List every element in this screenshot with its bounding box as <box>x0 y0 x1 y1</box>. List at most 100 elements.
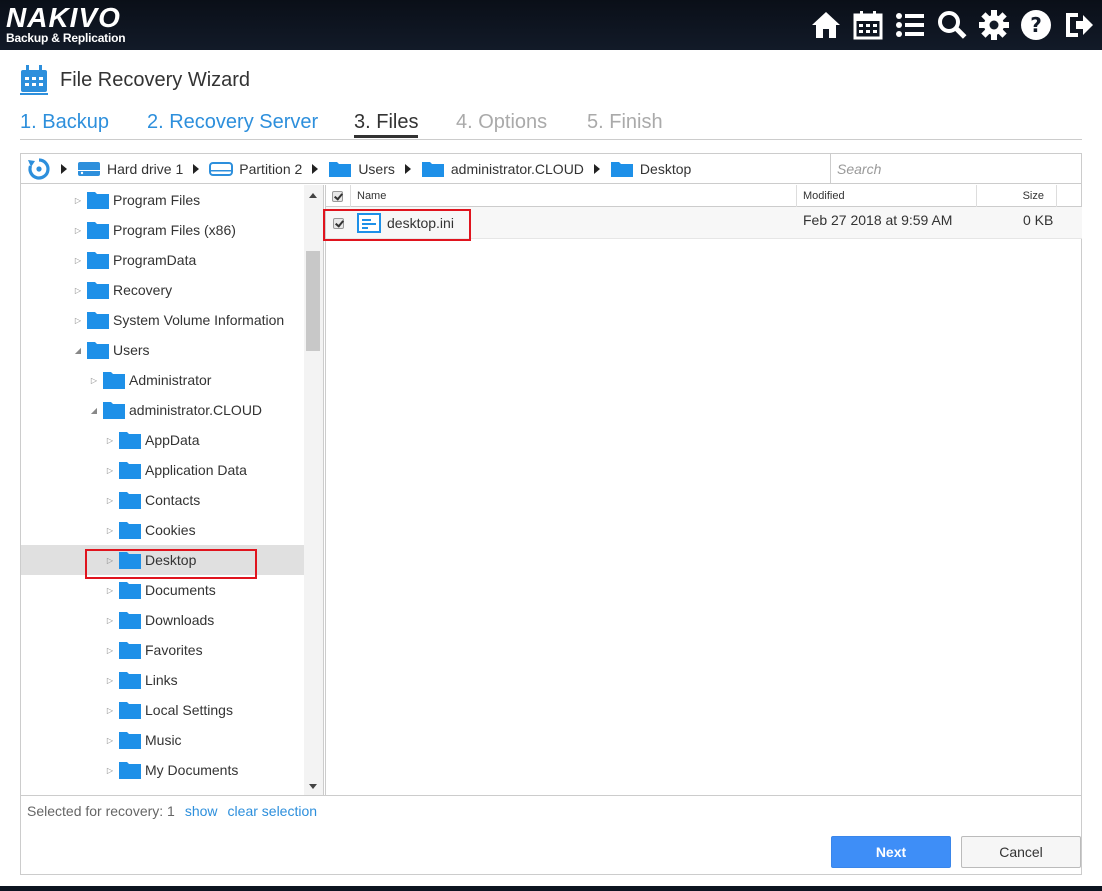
tree-node[interactable]: ◢ Users <box>21 335 304 365</box>
expand-arrow-icon[interactable]: ▷ <box>105 676 115 685</box>
tree-node[interactable]: ▷ Downloads <box>21 605 304 635</box>
search-box <box>830 154 1081 183</box>
tree-node-label: administrator.CLOUD <box>129 402 263 418</box>
folder-icon <box>119 732 141 749</box>
logo-tagline: Backup & Replication <box>6 31 126 45</box>
logo-wordmark: NAKIVO <box>6 2 121 33</box>
step-backup[interactable]: 1. Backup <box>20 110 109 138</box>
folder-icon <box>119 672 141 689</box>
expand-arrow-icon[interactable]: ▷ <box>89 376 99 385</box>
expand-arrow-icon[interactable]: ▷ <box>105 736 115 745</box>
tree-node[interactable]: ▷ ProgramData <box>21 245 304 275</box>
refresh-icon[interactable] <box>27 157 51 181</box>
tree-node[interactable]: ▷ AppData <box>21 425 304 455</box>
folder-icon <box>119 582 141 599</box>
expand-arrow-icon[interactable]: ▷ <box>73 316 83 325</box>
tree-node[interactable]: ▷ Recovery <box>21 275 304 305</box>
file-browser: Hard drive 1 Partition 2 Users administr… <box>20 153 1082 875</box>
tree-scrollbar[interactable] <box>304 185 324 795</box>
column-header-name[interactable]: Name <box>351 185 797 207</box>
tree-node[interactable]: ▷ Music <box>21 725 304 755</box>
folder-icon <box>87 222 109 239</box>
tree-node[interactable]: ▷ System Volume Information <box>21 305 304 335</box>
expand-arrow-icon[interactable]: ▷ <box>73 196 83 205</box>
folder-icon <box>610 162 633 177</box>
tree-node-label: Application Data <box>145 462 247 478</box>
tree-node[interactable]: ▷ Program Files <box>21 185 304 215</box>
expand-arrow-icon[interactable]: ▷ <box>73 286 83 295</box>
crumb-label: Users <box>358 161 395 177</box>
hard-drive-icon <box>78 162 100 176</box>
scroll-up-arrow-icon[interactable] <box>309 193 317 198</box>
dialog-title-row: File Recovery Wizard <box>20 64 250 96</box>
expand-arrow-icon[interactable]: ▷ <box>105 586 115 595</box>
cancel-button[interactable]: Cancel <box>961 836 1081 868</box>
tree-node[interactable]: ▷ My Documents <box>21 755 304 785</box>
tree-node-label: Local Settings <box>145 702 233 718</box>
expand-arrow-icon[interactable]: ▷ <box>105 436 115 445</box>
tree-node[interactable]: ▷ Contacts <box>21 485 304 515</box>
nakivo-logo[interactable]: NAKIVO Backup & Replication <box>6 2 126 45</box>
tree-node[interactable]: ▷ Cookies <box>21 515 304 545</box>
folder-icon <box>87 192 109 209</box>
crumb-desktop[interactable]: Desktop <box>610 160 691 178</box>
home-icon[interactable] <box>808 7 844 43</box>
scroll-down-arrow-icon[interactable] <box>309 784 317 789</box>
crumb-label: Desktop <box>639 161 692 177</box>
tree-node[interactable]: ▷ Administrator <box>21 365 304 395</box>
file-list-header: Name Modified Size <box>326 185 1082 207</box>
breadcrumb-separator <box>61 164 67 174</box>
tree-node[interactable]: ▷ Documents <box>21 575 304 605</box>
folder-icon <box>103 372 125 389</box>
step-recovery-server[interactable]: 2. Recovery Server <box>147 110 318 138</box>
selected-count-text: Selected for recovery: 1 <box>27 802 175 819</box>
calendar-icon[interactable] <box>850 7 886 43</box>
tree-node-label: ProgramData <box>113 252 197 268</box>
expand-arrow-icon[interactable]: ▷ <box>105 496 115 505</box>
tree-node[interactable]: ▷ Favorites <box>21 635 304 665</box>
expand-arrow-icon[interactable]: ▷ <box>105 646 115 655</box>
folder-icon <box>119 432 141 449</box>
expand-arrow-icon[interactable]: ▷ <box>105 766 115 775</box>
breadcrumb-separator <box>404 164 411 174</box>
search-input[interactable] <box>831 154 1081 183</box>
help-icon[interactable]: ? <box>1018 7 1054 43</box>
show-selection-link[interactable]: show <box>185 803 218 819</box>
breadcrumb: Hard drive 1 Partition 2 Users administr… <box>21 154 1081 184</box>
tree-node[interactable]: ▷ Program Files (x86) <box>21 215 304 245</box>
tree-node[interactable]: ◢ administrator.CLOUD <box>21 395 304 425</box>
scrollbar-thumb[interactable] <box>306 251 320 351</box>
expand-arrow-icon[interactable]: ▷ <box>105 706 115 715</box>
tree-node-label: Music <box>145 732 182 748</box>
folder-icon <box>87 342 109 359</box>
expand-arrow-icon[interactable]: ▷ <box>73 226 83 235</box>
step-finish: 5. Finish <box>587 111 663 133</box>
tree-node[interactable]: ▷ Application Data <box>21 455 304 485</box>
partition-icon <box>209 162 234 176</box>
tree-node[interactable]: ▷ Local Settings <box>21 695 304 725</box>
next-button[interactable]: Next <box>831 836 951 868</box>
crumb-label: Partition 2 <box>239 161 303 177</box>
logout-icon[interactable] <box>1060 7 1096 43</box>
expand-arrow-icon[interactable]: ▷ <box>105 526 115 535</box>
select-all-cell <box>326 185 351 207</box>
gear-icon[interactable] <box>976 7 1012 43</box>
clear-selection-link[interactable]: clear selection <box>228 803 318 819</box>
step-files[interactable]: 3. Files <box>354 110 419 138</box>
expand-arrow-icon[interactable]: ▷ <box>105 466 115 475</box>
crumb-administrator-cloud[interactable]: administrator.CLOUD <box>421 160 584 178</box>
tree-node-label: Administrator <box>129 372 212 388</box>
collapse-arrow-icon[interactable]: ◢ <box>89 406 99 415</box>
select-all-checkbox[interactable] <box>332 190 343 202</box>
crumb-hard-drive[interactable]: Hard drive 1 <box>77 161 183 177</box>
tree-node[interactable]: ▷ Links <box>21 665 304 695</box>
crumb-partition[interactable]: Partition 2 <box>209 161 302 177</box>
tree-node-label: AppData <box>145 432 200 448</box>
expand-arrow-icon[interactable]: ▷ <box>105 616 115 625</box>
search-icon[interactable] <box>934 7 970 43</box>
collapse-arrow-icon[interactable]: ◢ <box>73 346 83 355</box>
list-icon[interactable] <box>892 7 928 43</box>
expand-arrow-icon[interactable]: ▷ <box>73 256 83 265</box>
crumb-users[interactable]: Users <box>328 160 395 178</box>
tree-node-label: My Documents <box>145 762 239 778</box>
